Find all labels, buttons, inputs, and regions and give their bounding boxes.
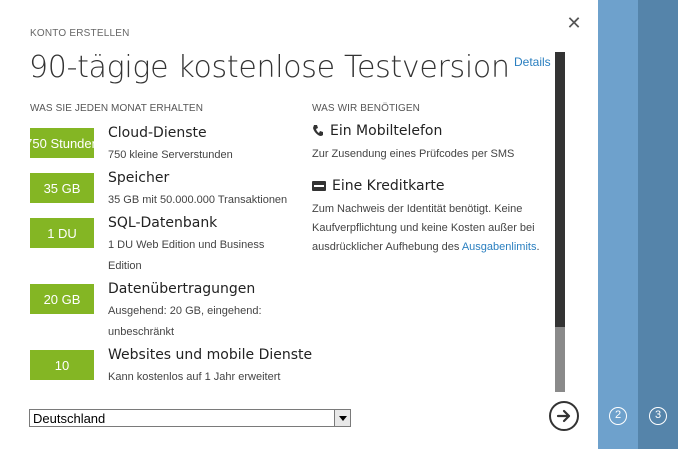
step-3-indicator[interactable]: 3 bbox=[649, 407, 667, 425]
offer-tile-websites: 10 bbox=[30, 350, 94, 380]
offer-tile-transfer: 20 GB bbox=[30, 284, 94, 314]
dialog-eyebrow: KONTO ERSTELLEN bbox=[30, 28, 130, 39]
next-button[interactable] bbox=[549, 401, 579, 431]
offers-heading: WAS SIE JEDEN MONAT ERHALTEN bbox=[30, 103, 204, 114]
need-card: Eine Kreditkarte bbox=[312, 178, 444, 194]
scrollbar[interactable] bbox=[555, 52, 565, 392]
offer-name-cloud: Cloud-Dienste bbox=[108, 125, 207, 141]
need-phone-desc: Zur Zusendung eines Prüfcodes per SMS bbox=[312, 148, 515, 160]
offer-name-storage: Speicher bbox=[108, 170, 170, 186]
need-card-label: Eine Kreditkarte bbox=[332, 178, 445, 194]
offer-desc-websites: Kann kostenlos auf 1 Jahr erweitert bbox=[108, 371, 281, 383]
offer-desc-cloud: 750 kleine Serverstunden bbox=[108, 149, 233, 161]
need-phone: Ein Mobiltelefon bbox=[312, 123, 442, 139]
offer-name-sql: SQL-Datenbank bbox=[108, 215, 218, 231]
arrow-right-icon bbox=[556, 409, 571, 423]
offer-desc-transfer: Ausgehend: 20 GB, eingehend: unbeschränk… bbox=[108, 305, 262, 338]
need-card-desc-suffix: . bbox=[536, 241, 540, 253]
scrollbar-track[interactable] bbox=[555, 327, 565, 392]
need-card-desc: Zum Nachweis der Identität benötigt. Kei… bbox=[312, 200, 547, 257]
close-icon[interactable]: ✕ bbox=[565, 14, 583, 32]
signup-dialog: KONTO ERSTELLEN 90-tägige kostenlose Tes… bbox=[0, 0, 598, 449]
country-select-value: Deutschland bbox=[33, 411, 106, 426]
step-3-panel[interactable]: 3 bbox=[638, 0, 678, 449]
credit-card-icon bbox=[312, 181, 326, 191]
offer-desc-storage: 35 GB mit 50.000.000 Transaktionen bbox=[108, 194, 288, 206]
offer-desc-sql: 1 DU Web Edition und Business Edition bbox=[108, 239, 265, 272]
needs-heading: WAS WIR BENÖTIGEN bbox=[312, 103, 420, 114]
step-2-indicator[interactable]: 2 bbox=[609, 407, 627, 425]
offer-name-websites: Websites und mobile Dienste bbox=[108, 347, 313, 363]
offer-tile-storage: 35 GB bbox=[30, 173, 94, 203]
phone-icon bbox=[313, 125, 323, 136]
offer-tile-sql: 1 DU bbox=[30, 218, 94, 248]
need-phone-label: Ein Mobiltelefon bbox=[330, 123, 443, 139]
offer-tile-cloud: 750 Stunden bbox=[30, 128, 94, 158]
page-title: 90-tägige kostenlose Testversion bbox=[29, 50, 510, 85]
chevron-down-icon[interactable] bbox=[334, 410, 350, 426]
scrollbar-thumb[interactable] bbox=[555, 52, 565, 327]
details-link[interactable]: Details bbox=[514, 55, 551, 69]
step-2-panel[interactable]: 2 bbox=[598, 0, 638, 449]
spending-limit-link[interactable]: Ausgabenlimits bbox=[462, 241, 537, 253]
country-select[interactable]: Deutschland bbox=[29, 409, 351, 427]
offer-name-transfer: Datenübertragungen bbox=[108, 281, 256, 297]
